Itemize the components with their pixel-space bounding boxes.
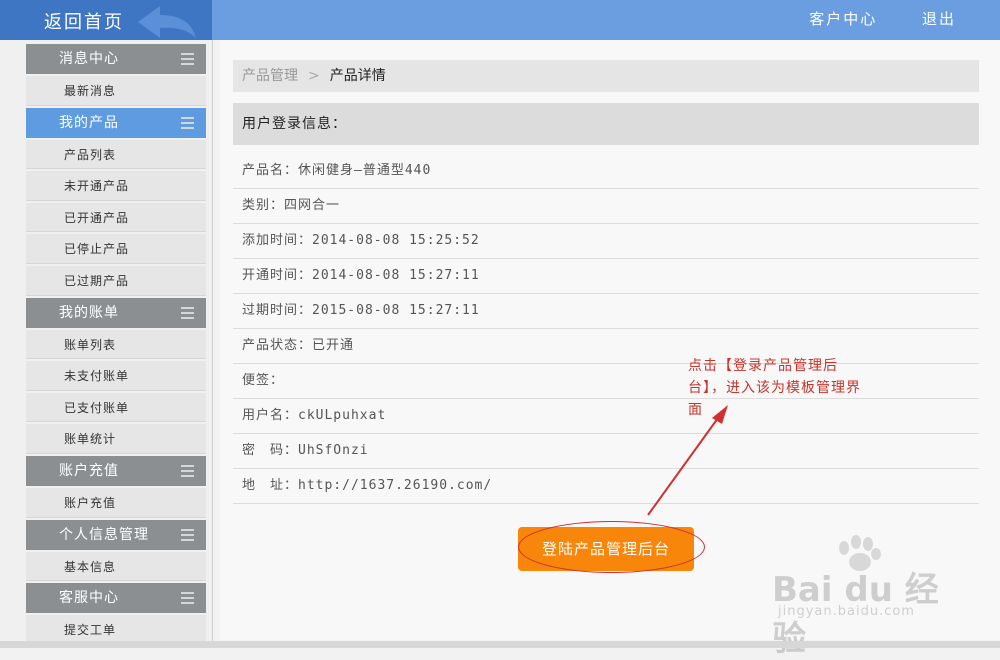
menu-icon [181,464,194,477]
sidebar-section-header[interactable]: 我的账单 [26,297,206,328]
menu-icon [181,592,194,605]
sidebar-item[interactable]: 账户充值 [26,487,206,518]
menu-icon [181,306,194,319]
breadcrumb: 产品管理 > 产品详情 [233,60,979,92]
home-label: 返回首页 [44,12,124,33]
login-info-heading: 用户登录信息： [233,103,979,145]
bottom-bar [0,641,1000,648]
sidebar-item[interactable]: 基本信息 [26,551,206,582]
sidebar-item[interactable]: 未支付账单 [26,361,206,391]
breadcrumb-current: 产品详情 [329,68,386,84]
sidebar-section-header[interactable]: 账户充值 [26,455,206,486]
sidebar-item[interactable]: 账单列表 [26,329,206,360]
watermark-url: jingyan.baidu.com [778,604,915,619]
top-links: 客户中心 退出 [771,8,956,29]
annotation-line: 台】，进入该为模板管理界 [688,380,861,396]
sidebar-section-header[interactable]: 客服中心 [26,583,206,614]
sidebar-item[interactable]: 已支付账单 [26,392,206,423]
sidebar-section-title: 消息中心 [59,51,119,67]
sidebar-menu: 消息中心最新消息我的产品产品列表 未开通产品 已开通产品 已停止产品 已过期产品我的账单… [26,44,206,647]
top-bar: 返回首页 客户中心 退出 [0,0,1000,40]
sidebar-item[interactable]: 已开通产品 [26,202,206,233]
detail-row: 过期时间：2015-08-08 15:27:11 [233,294,979,329]
annotation-line: 点击【登录产品管理后 [688,358,838,374]
sidebar-item[interactable]: 产品列表 [26,139,206,170]
menu-icon [181,116,194,129]
home-link[interactable]: 返回首页 [0,0,212,40]
sidebar-section-title: 个人信息管理 [59,526,149,543]
annotation-line: 面 [688,402,703,418]
baidu-watermark: Bai du 经验 jingyan.baidu.com [770,535,970,659]
menu-icon [181,528,194,541]
sidebar: 消息中心最新消息我的产品产品列表 未开通产品 已开通产品 已停止产品 已过期产品我的账单… [0,40,213,645]
sidebar-section-header[interactable]: 消息中心 [26,44,206,74]
detail-row: 类别：四网合一 [233,189,979,224]
sidebar-item[interactable]: 已过期产品 [26,265,206,296]
detail-row: 产品名：休闲健身—普通型440 [233,154,979,189]
sidebar-item[interactable]: 账单统计 [26,424,206,454]
breadcrumb-parent[interactable]: 产品管理 [242,68,298,84]
sidebar-item[interactable]: 已停止产品 [26,234,206,264]
product-detail-list: 产品名：休闲健身—普通型440 类别：四网合一 添加时间：2014-08-08 15… [233,154,979,504]
login-admin-button[interactable]: 登陆产品管理后台 [518,527,694,571]
breadcrumb-separator: > [308,68,320,84]
detail-row: 添加时间：2014-08-08 15:25:52 [233,224,979,259]
sidebar-item[interactable]: 未开通产品 [26,171,206,201]
sidebar-section-header[interactable]: 个人信息管理 [26,519,206,550]
sidebar-section-title: 客服中心 [59,590,119,607]
back-arrow-icon [138,6,196,38]
sidebar-section-title: 我的账单 [59,304,119,321]
sidebar-section-title: 我的产品 [59,114,119,131]
menu-icon [181,53,194,65]
detail-row: 密 码：UhSfOnzi [233,434,979,469]
sidebar-section-header[interactable]: 我的产品 [26,107,206,138]
detail-row: 开通时间：2014-08-08 15:27:11 [233,259,979,294]
annotation-text: 点击【登录产品管理后 台】，进入该为模板管理界 面 [688,355,908,421]
customer-center-link[interactable]: 客户中心 [809,10,877,28]
detail-row: 地 址：http://1637.26190.com/ [233,469,979,504]
logout-link[interactable]: 退出 [922,10,956,28]
sidebar-item[interactable]: 最新消息 [26,76,206,106]
sidebar-section-title: 账户充值 [59,462,119,479]
